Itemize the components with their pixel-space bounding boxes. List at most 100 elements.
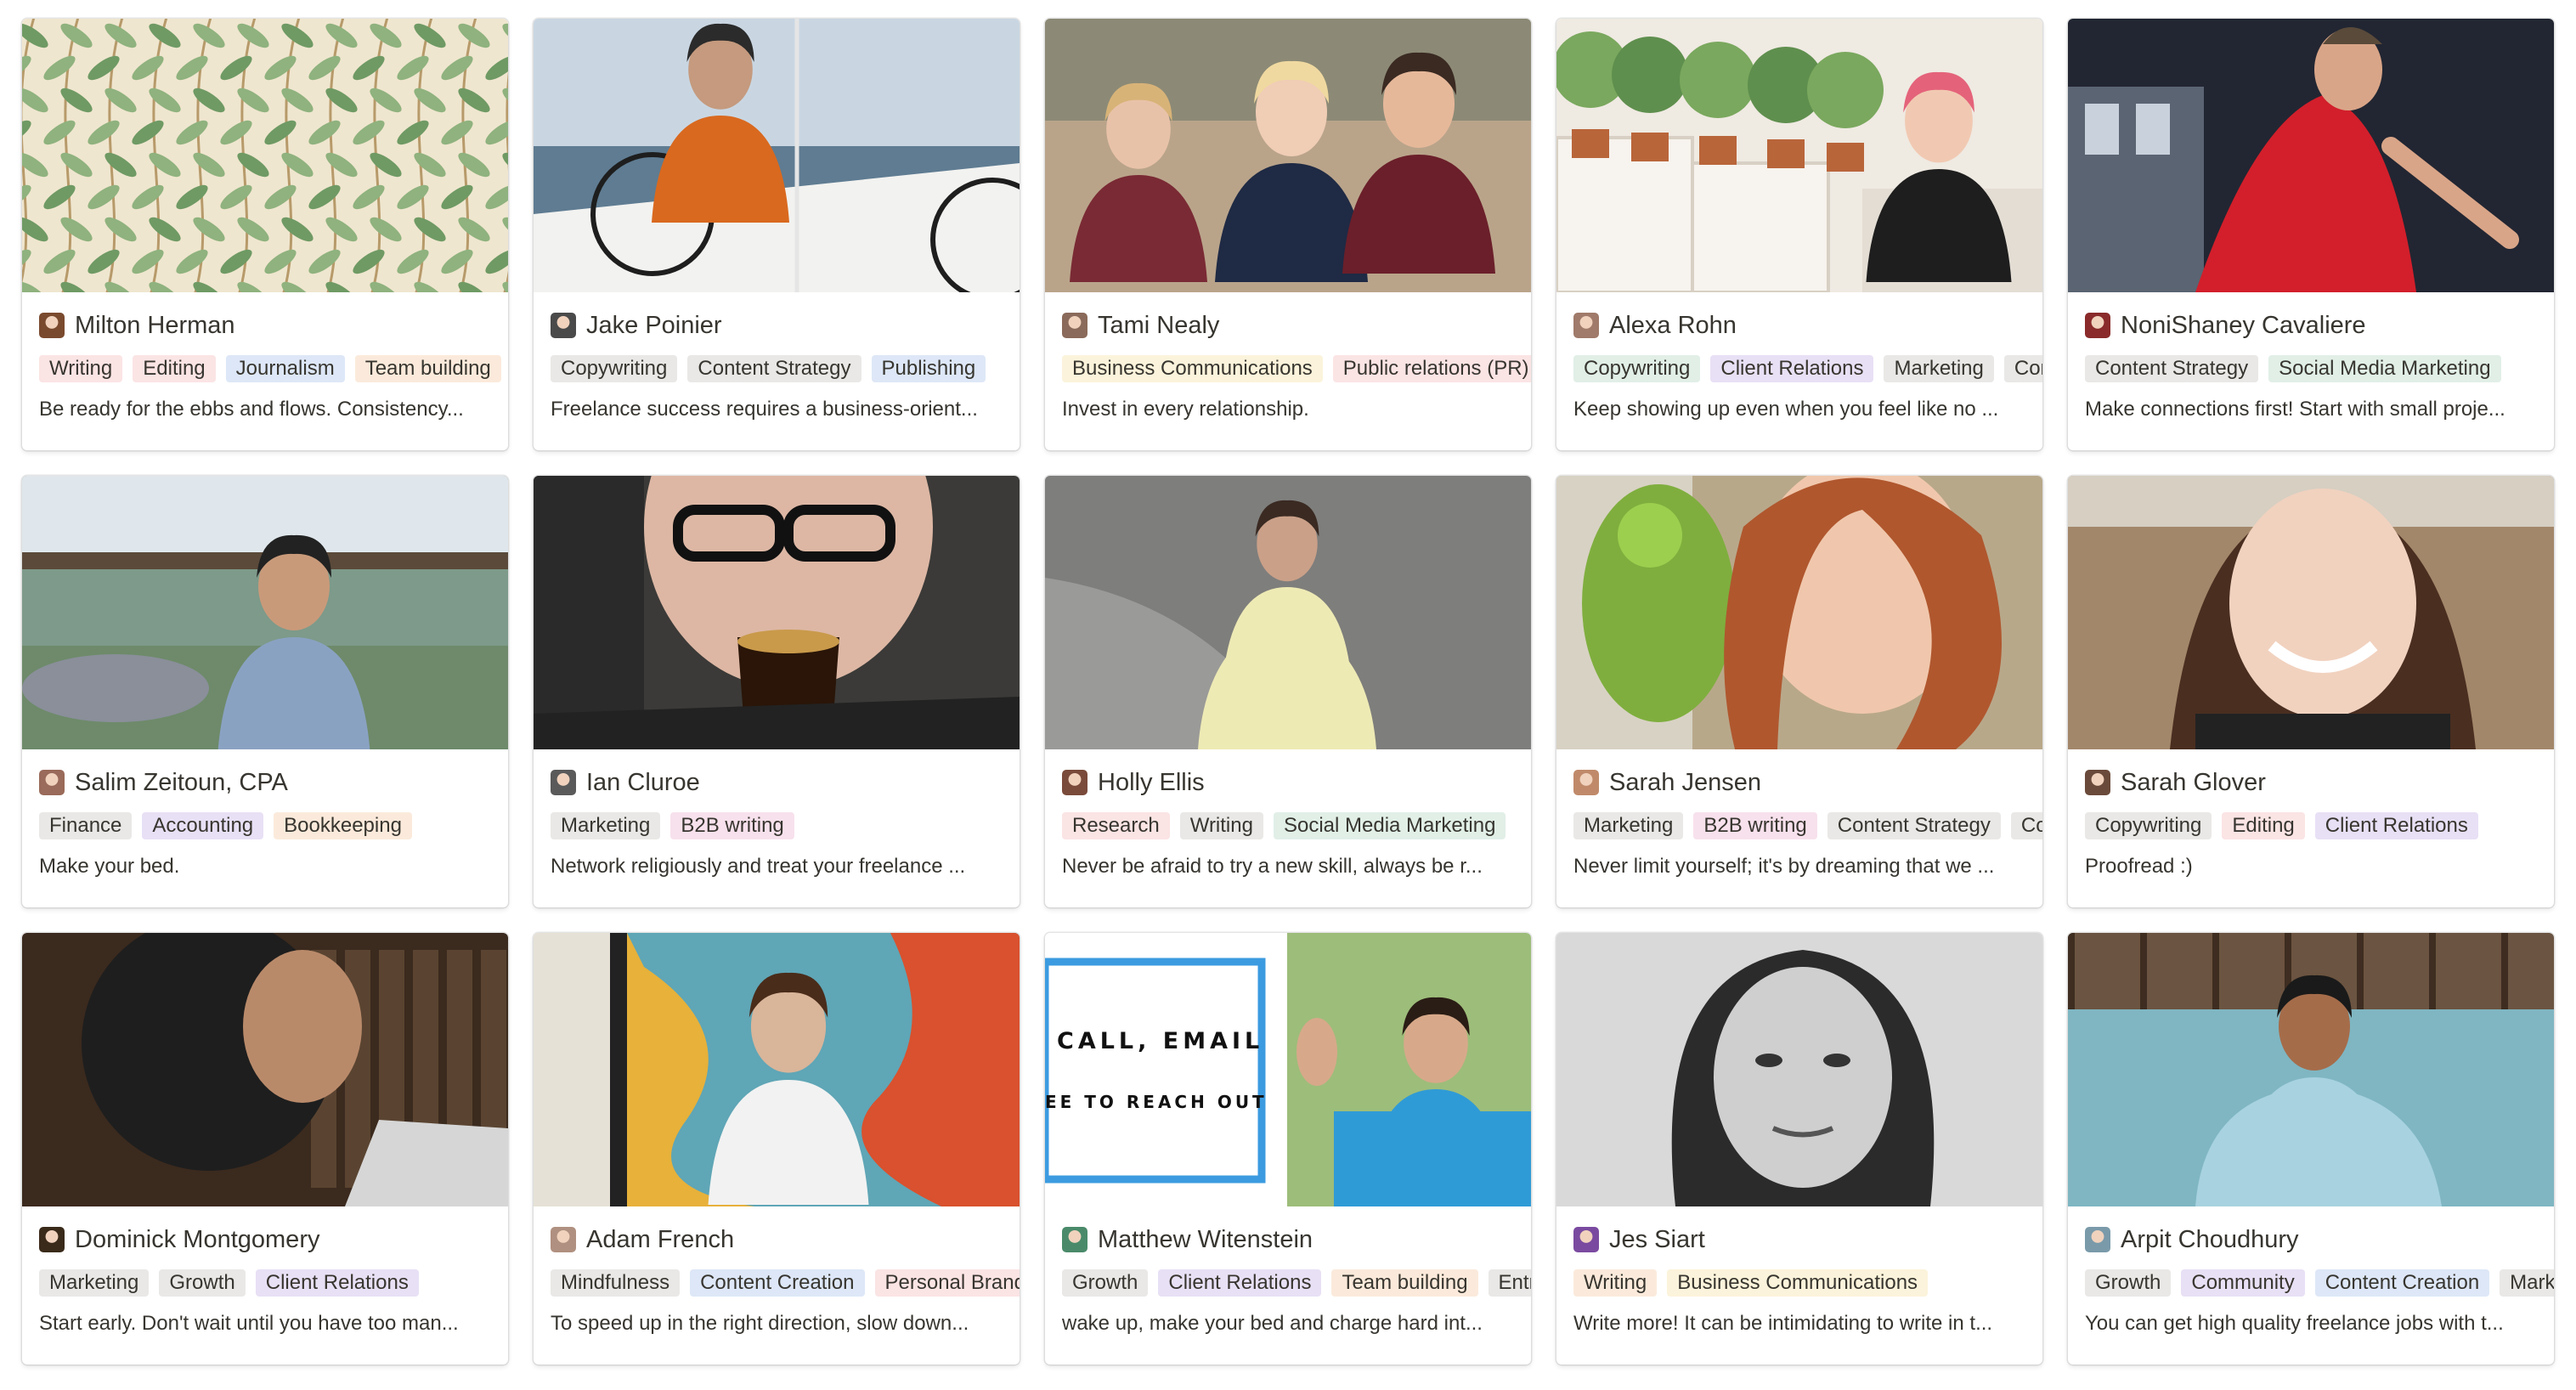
card-title-row: Jake Poinier xyxy=(534,311,1020,340)
tag: Content Strategy xyxy=(687,355,861,382)
avatar-icon xyxy=(39,1227,65,1252)
tag: Bookkeeping xyxy=(274,812,412,839)
tag: Marketing xyxy=(1573,812,1684,839)
advice-quote: Write more! It can be intimidating to wr… xyxy=(1573,1312,1993,1335)
person-name: Sarah Glover xyxy=(2121,768,2266,796)
tag-list: Marketing B2B writing xyxy=(534,812,1020,839)
avatar-icon xyxy=(2085,770,2110,795)
person-name: Alexa Rohn xyxy=(1609,311,1737,339)
profile-card[interactable]: Jake Poinier Copywriting Content Strategy P… xyxy=(534,19,1020,450)
tag: Writing xyxy=(1179,812,1263,839)
profile-card[interactable]: Sarah Jensen Marketing B2B writing Content … xyxy=(1556,476,2042,907)
profile-card[interactable]: Holly Ellis Research Writing Social Media M… xyxy=(1045,476,1531,907)
tag: Client Relations xyxy=(1158,1269,1322,1297)
person-name: Sarah Jensen xyxy=(1609,768,1761,796)
advice-quote: wake up, make your bed and charge hard i… xyxy=(1062,1312,1483,1335)
profile-card[interactable]: Milton Herman Writing Editing Journalism Tea… xyxy=(22,19,508,450)
person-name: Salim Zeitoun, CPA xyxy=(75,768,288,796)
tag-list: Growth Community Content Creation Marketing xyxy=(2068,1269,2554,1297)
person-name: Jes Siart xyxy=(1609,1225,1705,1253)
tag: Copywriting xyxy=(1573,355,1701,382)
cover-image xyxy=(22,19,508,292)
profile-card[interactable]: CALL, EMAIL EE TO REACH OUT Matthew Wite… xyxy=(1045,933,1531,1365)
tag: Business Communications xyxy=(1062,355,1323,382)
profile-card[interactable]: Tami Nealy Business Communications Public … xyxy=(1045,19,1531,450)
profile-card[interactable]: Arpit Choudhury Growth Community Content Cr… xyxy=(2068,933,2554,1365)
avatar-icon xyxy=(1062,770,1087,795)
profile-card[interactable]: Sarah Glover Copywriting Editing Client Rel… xyxy=(2068,476,2554,907)
card-title-row: Matthew Witenstein xyxy=(1045,1225,1531,1254)
person-name: Milton Herman xyxy=(75,311,235,339)
cover-image xyxy=(1556,933,2042,1206)
tag: Public relations (PR) xyxy=(1332,355,1531,382)
tag: Copywriting xyxy=(2085,812,2212,839)
tag-list: Content Strategy Social Media Marketing xyxy=(2068,355,2554,382)
card-title-row: Sarah Glover xyxy=(2068,768,2554,797)
avatar-icon xyxy=(2085,1227,2110,1252)
tag-list: Business Communications Public relations … xyxy=(1045,355,1531,382)
cover-image xyxy=(534,19,1020,292)
tag: B2B writing xyxy=(670,812,794,839)
advice-quote: Proofread :) xyxy=(2085,855,2193,878)
tag: Publishing xyxy=(871,355,986,382)
person-name: Jake Poinier xyxy=(586,311,722,339)
cover-image xyxy=(22,476,508,749)
cover-image xyxy=(2068,933,2554,1206)
avatar-icon xyxy=(1062,1227,1087,1252)
profile-card[interactable]: Adam French Mindfulness Content Creation Pe… xyxy=(534,933,1020,1365)
tag: Personal Branding xyxy=(874,1269,1020,1297)
person-name: Holly Ellis xyxy=(1098,768,1205,796)
person-name: NoniShaney Cavaliere xyxy=(2121,311,2366,339)
card-title-row: Holly Ellis xyxy=(1045,768,1531,797)
cover-image xyxy=(534,933,1020,1206)
tag: Marketing xyxy=(39,1269,150,1297)
profile-gallery: Milton Herman Writing Editing Journalism Tea… xyxy=(22,19,2554,1365)
tag: Marketing xyxy=(2500,1269,2554,1297)
tag: Social Media Marketing xyxy=(1273,812,1506,839)
tag: Content Strategy xyxy=(2085,355,2259,382)
cover-image xyxy=(2068,476,2554,749)
profile-card[interactable]: Salim Zeitoun, CPA Finance Accounting Bookk… xyxy=(22,476,508,907)
profile-card[interactable]: Dominick Montgomery Marketing Growth Client… xyxy=(22,933,508,1365)
tag: Social Media Marketing xyxy=(2268,355,2501,382)
tag: Copy xyxy=(2010,812,2042,839)
cover-image xyxy=(22,933,508,1206)
advice-quote: Make your bed. xyxy=(39,855,180,878)
avatar-icon xyxy=(39,770,65,795)
tag: Growth xyxy=(159,1269,246,1297)
tag: Client Relations xyxy=(255,1269,419,1297)
tag-list: Writing Editing Journalism Team building xyxy=(22,355,508,382)
advice-quote: Never limit yourself; it's by dreaming t… xyxy=(1573,855,1995,878)
advice-quote: Never be afraid to try a new skill, alwa… xyxy=(1062,855,1483,878)
tag: Marketing xyxy=(551,812,661,839)
card-title-row: Tami Nealy xyxy=(1045,311,1531,340)
tag: Team building xyxy=(1331,1269,1478,1297)
avatar-icon xyxy=(39,313,65,338)
tag: Editing xyxy=(2222,812,2305,839)
tag-list: Copywriting Editing Client Relations xyxy=(2068,812,2554,839)
advice-quote: Network religiously and treat your freel… xyxy=(551,855,966,878)
tag: Growth xyxy=(2085,1269,2172,1297)
profile-card[interactable]: Alexa Rohn Copywriting Client Relations Mar… xyxy=(1556,19,2042,450)
person-name: Adam French xyxy=(586,1225,735,1253)
card-title-row: Arpit Choudhury xyxy=(2068,1225,2554,1254)
advice-quote: Start early. Don't wait until you have t… xyxy=(39,1312,459,1335)
avatar-icon xyxy=(2085,313,2110,338)
person-name: Matthew Witenstein xyxy=(1098,1225,1313,1253)
tag: Accounting xyxy=(142,812,264,839)
card-title-row: Salim Zeitoun, CPA xyxy=(22,768,508,797)
person-name: Arpit Choudhury xyxy=(2121,1225,2299,1253)
advice-quote: To speed up in the right direction, slow… xyxy=(551,1312,969,1335)
tag: Finance xyxy=(39,812,133,839)
profile-card[interactable]: Jes Siart Writing Business Communications W… xyxy=(1556,933,2042,1365)
avatar-icon xyxy=(1573,1227,1599,1252)
cover-image xyxy=(534,476,1020,749)
cover-image xyxy=(1556,476,2042,749)
tag: Business Communications xyxy=(1667,1269,1929,1297)
profile-card[interactable]: Ian Cluroe Marketing B2B writing Network re… xyxy=(534,476,1020,907)
avatar-icon xyxy=(1573,313,1599,338)
tag: Writing xyxy=(39,355,123,382)
person-name: Dominick Montgomery xyxy=(75,1225,320,1253)
profile-card[interactable]: NoniShaney Cavaliere Content Strategy Soci… xyxy=(2068,19,2554,450)
tag-list: Marketing Growth Client Relations xyxy=(22,1269,508,1297)
